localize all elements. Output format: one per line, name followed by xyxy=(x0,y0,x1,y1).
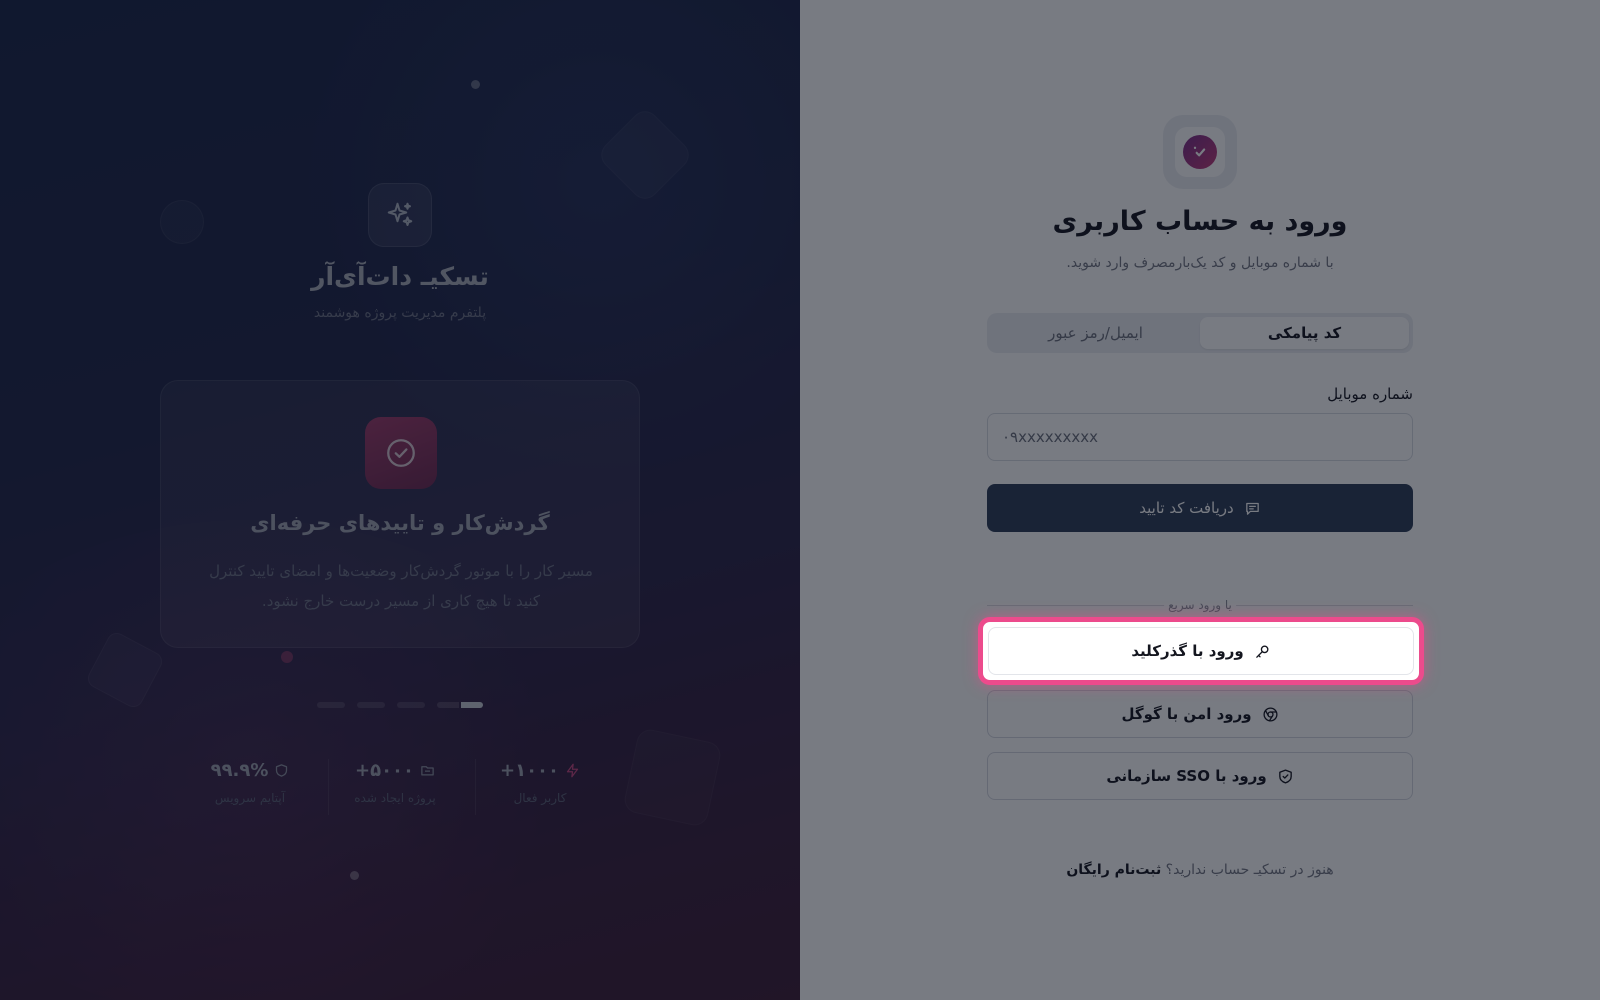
message-icon xyxy=(1244,500,1261,517)
decorative-dot xyxy=(281,651,293,663)
stat-divider xyxy=(475,759,476,815)
stat-projects: ۵۰۰۰+ پروژه ایجاد شده xyxy=(325,757,465,806)
check-circle-icon xyxy=(384,436,418,470)
phone-input[interactable] xyxy=(987,413,1413,461)
feature-title: گردش‌کار و تاییدهای حرفه‌ای xyxy=(250,511,550,535)
decorative-circle xyxy=(160,200,204,244)
stat-value: ۹۹.۹% xyxy=(210,759,269,781)
slider-pagination xyxy=(317,702,483,708)
get-code-label: دریافت کد تایید xyxy=(1139,499,1234,517)
page-subtitle: با شماره موبایل و کد یک‌بارمصرف وارد شوی… xyxy=(1066,255,1334,271)
app-logo-tile xyxy=(1175,127,1225,177)
passkey-login-button-highlighted[interactable]: ورود با گذرکلید xyxy=(988,627,1414,675)
sparkles-icon xyxy=(385,200,415,230)
quick-login-divider: یا ورود سریع xyxy=(987,595,1413,615)
page-title: ورود به حساب کاربری xyxy=(1052,206,1348,237)
divider-label: یا ورود سریع xyxy=(1164,595,1236,615)
google-login-label: ورود امن با گوگل xyxy=(1121,705,1252,723)
stat-uptime: ۹۹.۹% آپتایم سرویس xyxy=(180,757,320,805)
stat-label: آپتایم سرویس xyxy=(214,791,286,805)
passkey-label: ورود با گذرکلید xyxy=(1131,642,1244,660)
stat-active-users: ۱۰۰۰+ کاربر فعال xyxy=(470,757,610,805)
stat-label: پروژه ایجاد شده xyxy=(354,791,436,805)
shield-icon xyxy=(274,763,289,778)
brand-badge xyxy=(368,183,432,247)
folder-icon xyxy=(420,763,435,778)
brand-name: تسکیـ دات‌آی‌آر xyxy=(311,262,489,291)
sso-login-label: ورود با SSO سازمانی xyxy=(1106,767,1267,785)
shield-check-icon xyxy=(1277,768,1294,785)
bolt-icon xyxy=(565,763,580,778)
passkey-highlight: ورود با گذرکلید xyxy=(978,617,1424,685)
google-icon xyxy=(1262,706,1279,723)
slider-dot[interactable] xyxy=(317,702,345,708)
slider-dot-active[interactable] xyxy=(437,702,483,708)
google-login-button[interactable]: ورود امن با گوگل xyxy=(987,690,1413,738)
decorative-dot xyxy=(350,871,359,880)
phone-label: شماره موبایل xyxy=(1327,385,1413,403)
signup-prompt: هنوز در تسکیـ حساب ندارید؟ ثبت‌نام رایگا… xyxy=(900,862,1500,878)
login-method-tabs: کد پیامکی ایمیل/رمز عبور xyxy=(987,313,1413,353)
stat-value: ۱۰۰۰+ xyxy=(499,759,560,781)
tab-email-password[interactable]: ایمیل/رمز عبور xyxy=(991,317,1200,349)
decorative-dot xyxy=(471,80,480,89)
stat-divider xyxy=(328,759,329,815)
login-panel: ورود به حساب کاربری با شماره موبایل و کد… xyxy=(800,0,1600,1000)
feature-card: گردش‌کار و تاییدهای حرفه‌ای مسیر کار را … xyxy=(160,380,640,648)
stats-row: ۱۰۰۰+ کاربر فعال ۵۰۰۰+ پروژه ایجاد شده ۹… xyxy=(190,757,610,817)
sso-login-button[interactable]: ورود با SSO سازمانی xyxy=(987,752,1413,800)
app-logo-mark xyxy=(1183,135,1217,169)
hero-panel: تسکیـ دات‌آی‌آر پلتفرم مدیریت پروژه هوشم… xyxy=(0,0,800,1000)
feature-description: مسیر کار را با موتور گردش‌کار وضعیت‌ها و… xyxy=(209,562,593,610)
slider-dot[interactable] xyxy=(357,702,385,708)
slider-dot[interactable] xyxy=(397,702,425,708)
signup-link[interactable]: ثبت‌نام رایگان xyxy=(1066,862,1161,878)
app-logo xyxy=(1163,115,1237,189)
key-icon xyxy=(1254,643,1271,660)
signup-prompt-text: هنوز در تسکیـ حساب ندارید؟ xyxy=(1165,862,1334,878)
stat-label: کاربر فعال xyxy=(513,791,567,805)
feature-icon-badge xyxy=(365,417,437,489)
brand-tagline: پلتفرم مدیریت پروژه هوشمند xyxy=(313,305,487,321)
decorative-square xyxy=(622,727,723,828)
tab-sms-code[interactable]: کد پیامکی xyxy=(1200,317,1409,349)
stat-value: ۵۰۰۰+ xyxy=(354,759,415,781)
get-code-button[interactable]: دریافت کد تایید xyxy=(987,484,1413,532)
